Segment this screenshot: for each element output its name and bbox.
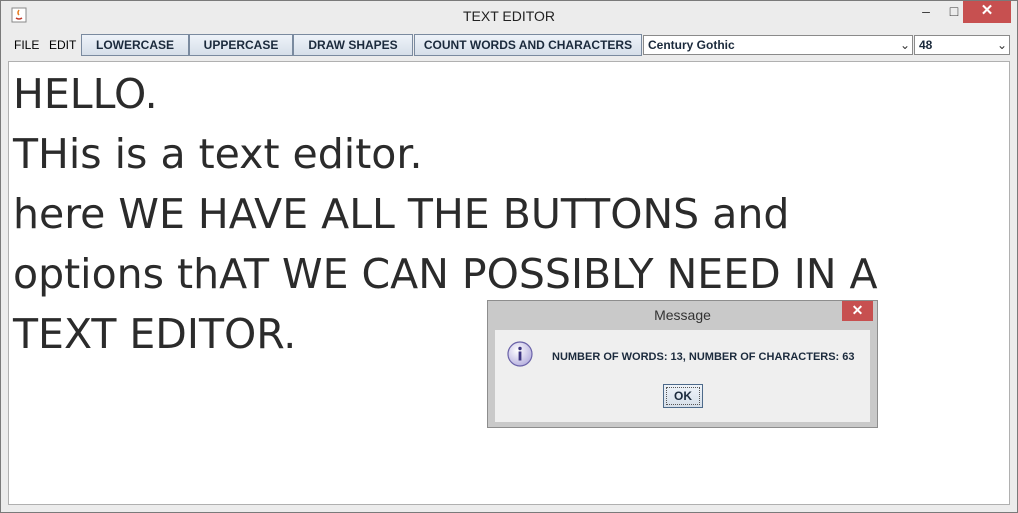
menu-file[interactable]: FILE (14, 38, 39, 52)
dialog-title: Message (654, 307, 711, 323)
toolbar: FILE EDIT LOWERCASE UPPERCASE DRAW SHAPE… (1, 31, 1017, 59)
close-window-button[interactable]: ✕ (963, 1, 1011, 23)
chevron-down-icon: ⌄ (899, 38, 910, 52)
close-icon[interactable]: ✕ (842, 301, 873, 321)
app-window: TEXT EDITOR – □ ✕ FILE EDIT LOWERCASE UP… (0, 0, 1018, 513)
window-title: TEXT EDITOR (462, 8, 556, 24)
text-line: THis is a text editor. (13, 130, 423, 178)
chevron-down-icon: ⌄ (996, 38, 1007, 52)
text-line: TEXT EDITOR. (13, 310, 297, 358)
text-area[interactable]: HELLO. THis is a text editor. here WE HA… (8, 61, 1010, 505)
ok-button[interactable]: OK (663, 384, 703, 408)
font-size-value: 48 (919, 38, 933, 52)
menu-edit[interactable]: EDIT (49, 38, 76, 52)
font-size-select[interactable]: 48 ⌄ (914, 35, 1010, 55)
dialog-body: NUMBER OF WORDS: 13, NUMBER OF CHARACTER… (495, 330, 870, 422)
text-line: here WE HAVE ALL THE BUTTONS and (13, 190, 790, 238)
text-line: options thAT WE CAN POSSIBLY NEED IN A (13, 250, 878, 298)
font-family-select[interactable]: Century Gothic ⌄ (643, 35, 913, 55)
lowercase-button[interactable]: LOWERCASE (81, 34, 189, 56)
uppercase-button[interactable]: UPPERCASE (189, 34, 293, 56)
info-icon (507, 341, 533, 367)
message-dialog: Message ✕ NUMBER OF WORDS: 13, NUMBER OF… (487, 300, 878, 428)
font-family-value: Century Gothic (648, 38, 735, 52)
title-bar[interactable]: TEXT EDITOR – □ ✕ (1, 1, 1017, 31)
draw-shapes-button[interactable]: DRAW SHAPES (293, 34, 413, 56)
dialog-message: NUMBER OF WORDS: 13, NUMBER OF CHARACTER… (552, 351, 855, 363)
count-words-button[interactable]: COUNT WORDS AND CHARACTERS (414, 34, 642, 56)
text-line: HELLO. (13, 70, 158, 118)
